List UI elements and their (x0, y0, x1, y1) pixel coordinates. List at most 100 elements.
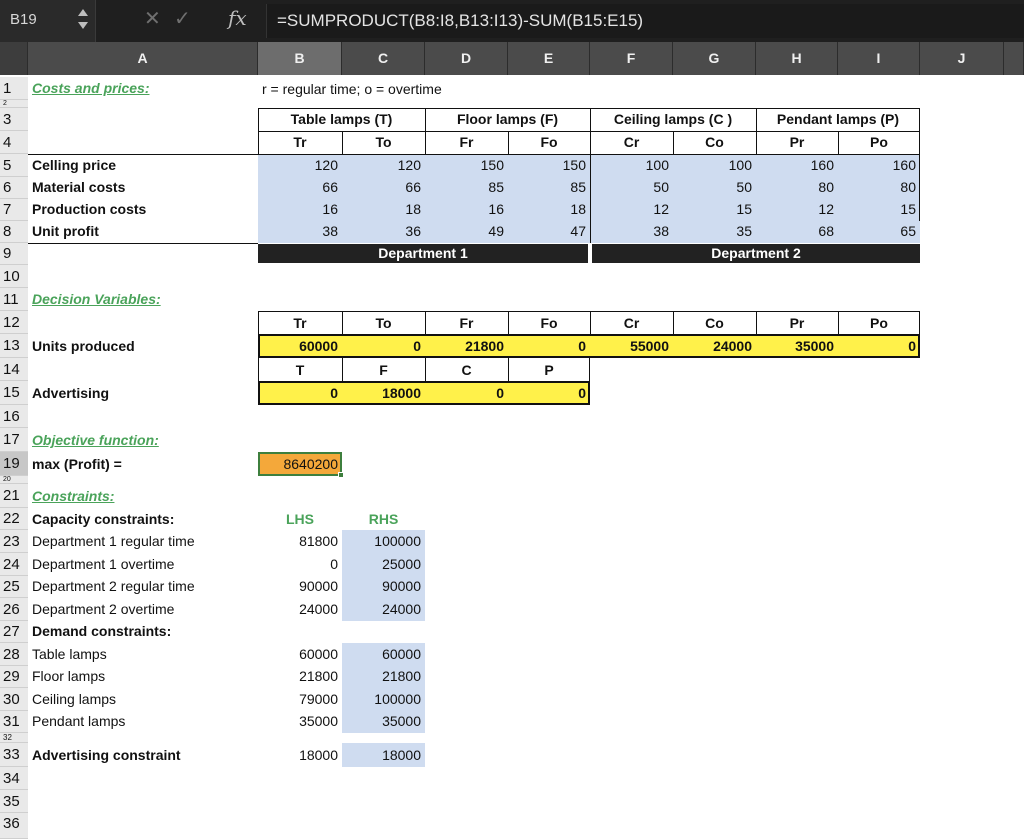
row-header-8[interactable]: 8 (0, 221, 28, 243)
column-header-h[interactable]: H (756, 42, 838, 75)
units-cell[interactable]: 24000 (673, 338, 752, 354)
price-cell[interactable]: 150 (425, 157, 504, 173)
price-cell[interactable]: 50 (673, 179, 752, 195)
row-header-28[interactable]: 28 (0, 643, 28, 666)
row-header-14[interactable]: 14 (0, 358, 28, 381)
price-cell[interactable]: 36 (342, 223, 421, 239)
lhs-cell[interactable]: 35000 (258, 713, 338, 729)
column-header-i[interactable]: I (838, 42, 920, 75)
price-cell[interactable]: 38 (590, 223, 669, 239)
objective-value-cell[interactable]: 8640200 (258, 456, 338, 472)
lhs-cell[interactable]: 90000 (258, 578, 338, 594)
lhs-cell[interactable]: 18000 (258, 747, 338, 763)
row-header-19[interactable]: 19 (0, 452, 28, 476)
row-header-23[interactable]: 23 (0, 530, 28, 553)
rhs-cell[interactable]: 24000 (342, 601, 421, 617)
column-header-f[interactable]: F (590, 42, 673, 75)
rhs-cell[interactable]: 18000 (342, 747, 421, 763)
price-cell[interactable]: 15 (673, 201, 752, 217)
row-header-1[interactable]: 1 (0, 77, 28, 100)
price-cell[interactable]: 68 (756, 223, 834, 239)
rhs-cell[interactable]: 90000 (342, 578, 421, 594)
row-header-7[interactable]: 7 (0, 199, 28, 221)
row-header-4[interactable]: 4 (0, 131, 28, 154)
price-cell[interactable]: 160 (756, 157, 834, 173)
price-cell[interactable]: 80 (838, 179, 916, 195)
name-box-stepper[interactable] (76, 7, 90, 35)
price-cell[interactable]: 16 (258, 201, 338, 217)
units-cell[interactable]: 0 (508, 338, 586, 354)
formula-input[interactable]: =SUMPRODUCT(B8:I8,B13:I13)-SUM(B15:E15) (266, 4, 1024, 38)
row-header-35[interactable]: 35 (0, 790, 28, 813)
select-all-corner[interactable] (0, 42, 28, 75)
row-header-17[interactable]: 17 (0, 428, 28, 452)
advertising-cell[interactable]: 0 (508, 385, 586, 401)
units-cell[interactable]: 60000 (258, 338, 338, 354)
row-header-5[interactable]: 5 (0, 154, 28, 177)
row-header-27[interactable]: 27 (0, 621, 28, 643)
price-cell[interactable]: 100 (590, 157, 669, 173)
lhs-cell[interactable]: 81800 (258, 533, 338, 549)
function-icon[interactable]: fx (228, 6, 247, 30)
units-cell[interactable]: 55000 (590, 338, 669, 354)
price-cell[interactable]: 65 (838, 223, 916, 239)
row-header-10[interactable]: 10 (0, 265, 28, 288)
price-cell[interactable]: 35 (673, 223, 752, 239)
price-cell[interactable]: 66 (342, 179, 421, 195)
row-header-30[interactable]: 30 (0, 688, 28, 711)
price-cell[interactable]: 85 (425, 179, 504, 195)
row-header-16[interactable]: 16 (0, 405, 28, 428)
row-header-34[interactable]: 34 (0, 767, 28, 790)
row-header-26[interactable]: 26 (0, 598, 28, 621)
column-header-g[interactable]: G (673, 42, 756, 75)
cancel-icon[interactable]: ✕ (144, 6, 161, 31)
price-cell[interactable]: 18 (342, 201, 421, 217)
units-cell[interactable]: 0 (342, 338, 421, 354)
price-cell[interactable]: 66 (258, 179, 338, 195)
price-cell[interactable]: 150 (508, 157, 586, 173)
rhs-cell[interactable]: 25000 (342, 556, 421, 572)
row-header-6[interactable]: 6 (0, 177, 28, 199)
price-cell[interactable]: 12 (590, 201, 669, 217)
price-cell[interactable]: 120 (258, 157, 338, 173)
rhs-cell[interactable]: 35000 (342, 713, 421, 729)
units-cell[interactable]: 0 (838, 338, 916, 354)
advertising-cell[interactable]: 0 (425, 385, 504, 401)
enter-icon[interactable]: ✓ (174, 6, 191, 31)
price-cell[interactable]: 85 (508, 179, 586, 195)
price-cell[interactable]: 18 (508, 201, 586, 217)
column-header-e[interactable]: E (508, 42, 590, 75)
row-header-25[interactable]: 25 (0, 576, 28, 598)
column-header-d[interactable]: D (425, 42, 508, 75)
row-header-21[interactable]: 21 (0, 484, 28, 508)
rhs-cell[interactable]: 100000 (342, 691, 421, 707)
price-cell[interactable]: 15 (838, 201, 916, 217)
row-header-32[interactable]: 32 (0, 733, 28, 743)
lhs-cell[interactable]: 79000 (258, 691, 338, 707)
price-cell[interactable]: 160 (838, 157, 916, 173)
price-cell[interactable]: 80 (756, 179, 834, 195)
units-cell[interactable]: 21800 (425, 338, 504, 354)
row-header-12[interactable]: 12 (0, 311, 28, 334)
row-header-20[interactable]: 20 (0, 476, 28, 484)
lhs-cell[interactable]: 60000 (258, 646, 338, 662)
price-cell[interactable]: 100 (673, 157, 752, 173)
price-cell[interactable]: 16 (425, 201, 504, 217)
row-header-29[interactable]: 29 (0, 666, 28, 688)
row-header-11[interactable]: 11 (0, 288, 28, 311)
column-header-k[interactable] (1004, 42, 1024, 75)
column-header-j[interactable]: J (920, 42, 1004, 75)
rhs-cell[interactable]: 100000 (342, 533, 421, 549)
lhs-cell[interactable]: 0 (258, 556, 338, 572)
advertising-cell[interactable]: 0 (258, 385, 338, 401)
row-header-33[interactable]: 33 (0, 743, 28, 767)
row-header-9[interactable]: 9 (0, 243, 28, 265)
row-header-31[interactable]: 31 (0, 711, 28, 733)
row-header-15[interactable]: 15 (0, 381, 28, 405)
column-header-b[interactable]: B (258, 42, 342, 75)
column-header-a[interactable]: A (28, 42, 258, 75)
lhs-cell[interactable]: 21800 (258, 668, 338, 684)
price-cell[interactable]: 47 (508, 223, 586, 239)
rhs-cell[interactable]: 60000 (342, 646, 421, 662)
row-header-22[interactable]: 22 (0, 508, 28, 530)
